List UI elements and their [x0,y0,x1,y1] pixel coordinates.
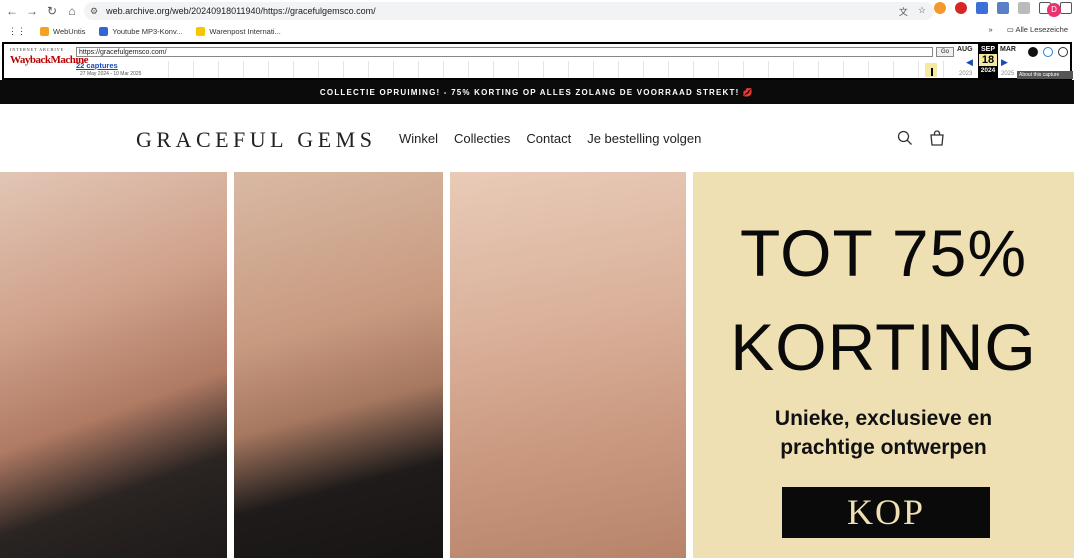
reload-icon[interactable]: ↻ [42,1,62,21]
close-icon[interactable] [1058,47,1068,57]
sale-headline-percent: TOT 75% [739,216,1028,290]
profile-avatar[interactable]: D [1047,3,1061,17]
captures-range: 27 May 2024 - 10 Mar 2025 [80,71,142,77]
search-icon[interactable] [897,130,913,146]
cart-icon[interactable] [929,130,945,146]
wayback-toolbar: INTERNET ARCHIVE WaybackMachine https://… [2,42,1073,80]
next-capture-arrow-icon[interactable]: ▶ [1001,57,1008,68]
nav-item-winkel[interactable]: Winkel [399,131,438,146]
about-capture-button[interactable]: About this capture [1017,71,1073,79]
home-icon[interactable]: ⌂ [62,1,82,21]
site-info-icon[interactable]: ⚙ [90,6,98,17]
user-icon[interactable] [1028,47,1038,57]
bookmark-youtube-mp3[interactable]: Youtube MP3-Konv... [99,26,182,36]
bookmark-warenpost[interactable]: Warenpost Internati... [196,26,281,36]
capture-day: 18 [979,54,997,66]
next-month[interactable]: MAR [1000,46,1016,53]
youtube-mp3-icon [99,26,109,36]
prev-year[interactable]: 2023 [959,71,972,77]
prev-month[interactable]: AUG [957,46,973,53]
current-capture: SEP 18 2024 [978,44,998,80]
nav-item-contact[interactable]: Contact [526,131,571,146]
prev-capture-arrow-icon[interactable]: ◀ [966,57,973,68]
apps-icon[interactable]: ⋮⋮ [8,26,26,37]
captures-link[interactable]: 22 captures [76,61,118,70]
wayback-calendar: AUG SEP 18 2024 MAR ◀ ▶ 2023 2025 [956,44,1024,80]
sparkline-capture-bar [931,68,933,76]
bookmarks-bar: ⋮⋮ WebUntis Youtube MP3-Konv... Warenpos… [0,22,1074,40]
sale-subline: Unieke, exclusieve en prachtige ontwerpe… [774,407,993,459]
sale-headline-korting: KORTING [730,310,1037,384]
next-year[interactable]: 2025 [1001,71,1014,77]
nav-item-bestelling-volgen[interactable]: Je bestelling volgen [587,131,701,146]
sale-panel: TOT 75% KORTING Unieke, exclusieve en pr… [693,172,1074,558]
model-photo-profile-earring[interactable] [234,172,443,558]
adblock-icon[interactable] [955,2,967,14]
forward-icon[interactable]: → [22,1,42,21]
header-icons [897,130,945,146]
model-photo-hand-face[interactable] [0,172,227,558]
site-header: GRACEFUL GEMS Winkel Collecties Contact … [0,104,1074,172]
translate-icon[interactable]: 文 [899,5,908,18]
wayback-go-button[interactable]: Go [936,47,954,57]
wayback-tools [1028,47,1068,57]
nav-item-collecties[interactable]: Collecties [454,131,510,146]
model-photo-hands-rings[interactable] [450,172,686,558]
extension-icon[interactable] [934,2,946,14]
bookmarks-more-icon[interactable]: » [989,25,993,34]
folder-icon: ▭ [1006,25,1014,34]
extension-icon[interactable] [1018,2,1030,14]
capture-sparkline[interactable] [144,61,954,78]
shop-button[interactable]: KOP [782,487,990,538]
wayback-logo[interactable]: INTERNET ARCHIVE WaybackMachine [10,47,88,77]
extension-icon[interactable] [997,2,1009,14]
webuntis-icon [40,26,49,36]
address-bar[interactable]: ⚙ web.archive.org/web/20240918011940/htt… [84,2,934,20]
hero-banner: TOT 75% KORTING Unieke, exclusieve en pr… [0,172,1074,558]
warenpost-icon [196,26,206,36]
site-logo[interactable]: GRACEFUL GEMS [136,127,376,153]
back-icon[interactable]: ← [2,1,22,21]
help-icon[interactable] [1043,47,1053,57]
announcement-bar: COLLECTIE OPRUIMING! - 75% KORTING OP AL… [0,80,1074,104]
browser-chrome: ← → ↻ ⌂ ⚙ web.archive.org/web/2024091801… [0,0,1074,42]
side-panel-icon[interactable] [1060,2,1072,14]
bookmark-star-icon[interactable]: ☆ [918,5,926,18]
bookmark-webuntis[interactable]: WebUntis [40,26,85,36]
all-bookmarks[interactable]: ▭ Alle Lesezeiche [1007,25,1068,34]
extension-icon[interactable] [976,2,988,14]
main-nav: Winkel Collecties Contact Je bestelling … [399,131,701,146]
wayback-url-input[interactable]: https://gracefulgemsco.com/ [76,47,933,57]
address-bar-url: web.archive.org/web/20240918011940/https… [106,6,376,16]
announcement-text: COLLECTIE OPRUIMING! - 75% KORTING OP AL… [319,87,755,97]
